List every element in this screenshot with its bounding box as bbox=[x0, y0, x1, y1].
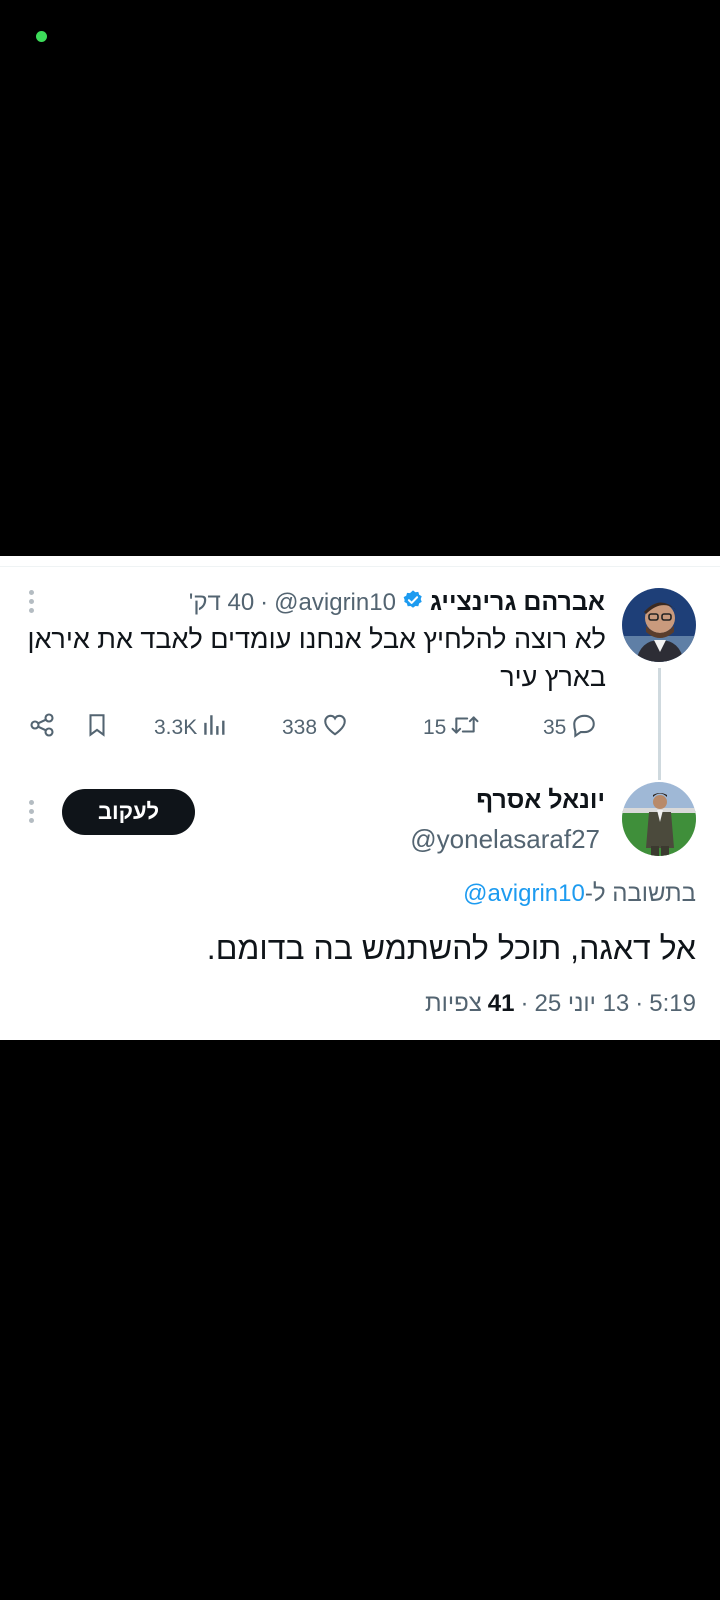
reply-author-name[interactable]: יונאל אסרף bbox=[476, 786, 605, 815]
share-button[interactable] bbox=[28, 710, 56, 746]
tweet-time[interactable]: 40 דק' bbox=[189, 589, 254, 617]
replying-to-line: בתשובה ל-@avigrin10 bbox=[463, 880, 696, 908]
avatar-reply-author[interactable] bbox=[622, 782, 696, 856]
avatar-original-author[interactable] bbox=[622, 588, 696, 662]
reply-time[interactable]: 5:19 bbox=[649, 990, 696, 1018]
original-author-name[interactable]: אברהם גרינצייג bbox=[430, 588, 605, 617]
views-icon bbox=[201, 712, 227, 744]
like-icon bbox=[321, 712, 349, 744]
thread-connector-line bbox=[658, 668, 661, 780]
tweet-action-bar: 3.3K 338 15 35 bbox=[28, 710, 608, 750]
retweet-count: 15 bbox=[423, 716, 447, 739]
card-top-divider bbox=[0, 556, 720, 567]
reply-views-label: צפיות bbox=[425, 990, 482, 1017]
reply-more-icon[interactable] bbox=[29, 800, 35, 826]
reply-date[interactable]: 13 יוני 25 bbox=[534, 990, 629, 1018]
bookmark-button[interactable] bbox=[84, 710, 110, 746]
more-icon[interactable] bbox=[29, 590, 35, 616]
original-tweet-header: אברהם גרינצייג @avigrin10 · 40 דק' bbox=[189, 588, 605, 617]
follow-button[interactable]: לעקוב bbox=[62, 789, 195, 835]
reply-views-count: 41 bbox=[487, 990, 515, 1017]
reply-count: 35 bbox=[543, 716, 567, 739]
reply-tweet-meta: 5:19 · 13 יוני 25 · 41 צפיות bbox=[425, 990, 696, 1018]
original-author-handle[interactable]: @avigrin10 bbox=[274, 589, 396, 617]
views-count: 3.3K bbox=[154, 716, 198, 739]
reply-icon bbox=[570, 712, 598, 744]
verified-badge-icon bbox=[402, 589, 424, 616]
original-tweet-text-line1: לא רוצה להלחיץ אבל אנחנו עומדים לאבד את … bbox=[27, 624, 606, 654]
original-tweet-text: לא רוצה להלחיץ אבל אנחנו עומדים לאבד את … bbox=[6, 620, 606, 696]
retweet-icon bbox=[450, 712, 480, 744]
meta-separator-1: · bbox=[635, 990, 644, 1017]
original-tweet-text-line2: בארץ עיר bbox=[500, 662, 606, 692]
like-count: 338 bbox=[282, 716, 318, 739]
replying-to-label: בתשובה ל- bbox=[584, 880, 696, 907]
bookmark-icon bbox=[84, 711, 110, 745]
meta-separator-2: · bbox=[520, 990, 529, 1017]
header-separator: · bbox=[260, 588, 269, 616]
reply-author-handle[interactable]: @yonelasaraf27 bbox=[410, 824, 600, 855]
retweet-button[interactable]: 15 bbox=[423, 710, 480, 746]
status-indicator-dot bbox=[36, 31, 47, 42]
like-button[interactable]: 338 bbox=[282, 710, 349, 746]
views-button[interactable]: 3.3K bbox=[154, 710, 227, 746]
reply-tweet-text: אל דאגה, תוכל להשתמש בה בדומם. bbox=[206, 930, 696, 966]
reply-button[interactable]: 35 bbox=[543, 710, 598, 746]
share-icon bbox=[28, 711, 56, 745]
replying-to-handle-link[interactable]: @avigrin10 bbox=[463, 880, 585, 907]
